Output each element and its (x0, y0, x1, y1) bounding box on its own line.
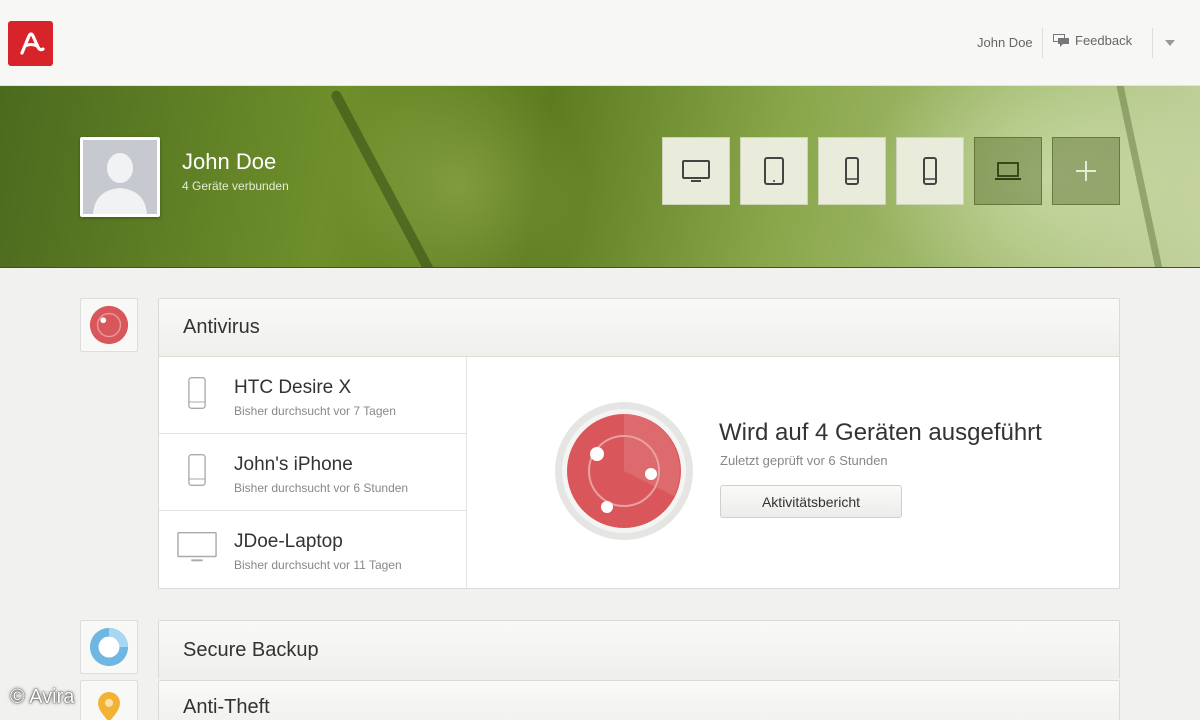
profile-banner: John Doe 4 Geräte verbunden (0, 86, 1200, 268)
monitor-icon (177, 532, 217, 562)
device-list: HTC Desire X Bisher durchsucht vor 7 Tag… (159, 357, 467, 588)
phone-icon (188, 454, 206, 486)
location-pin-icon (98, 692, 120, 720)
chevron-down-icon[interactable] (1165, 40, 1175, 46)
top-bar: John Doe Feedback (0, 0, 1200, 86)
list-item[interactable]: HTC Desire X Bisher durchsucht vor 7 Tag… (159, 357, 467, 434)
device-name: John's iPhone (234, 454, 353, 475)
feedback-link[interactable]: Feedback (1053, 33, 1132, 48)
profile-device-count: 4 Geräte verbunden (182, 179, 289, 193)
device-name: JDoe-Laptop (234, 531, 343, 552)
device-name: HTC Desire X (234, 377, 352, 398)
divider (466, 357, 467, 588)
phone-icon (923, 157, 937, 185)
secure-backup-panel: Secure Backup (158, 620, 1120, 679)
anti-theft-panel: Anti-Theft (158, 680, 1120, 720)
backup-section-icon[interactable] (80, 620, 138, 674)
device-phone-button[interactable] (896, 137, 964, 205)
antivirus-header[interactable]: Antivirus (159, 299, 1119, 357)
protection-status-title: Wird auf 4 Geräten ausgeführt (719, 419, 1042, 446)
phone-icon (845, 157, 859, 185)
backup-icon (89, 627, 129, 667)
antivirus-panel: Antivirus HTC Desire X Bisher durchsucht… (158, 298, 1120, 589)
divider (1152, 28, 1153, 58)
secure-backup-title: Secure Backup (183, 638, 319, 661)
device-scan-status: Bisher durchsucht vor 6 Stunden (234, 481, 409, 495)
feedback-label: Feedback (1075, 33, 1133, 48)
monitor-icon (682, 160, 710, 182)
anti-theft-title: Anti-Theft (183, 695, 270, 718)
profile-name: John Doe (182, 149, 277, 174)
feedback-icon (1053, 34, 1069, 47)
antivirus-status-icon (555, 402, 693, 540)
device-tablet-button[interactable] (740, 137, 808, 205)
anti-theft-section-icon[interactable] (80, 680, 138, 720)
device-monitor-button[interactable] (662, 137, 730, 205)
user-silhouette-icon (83, 140, 157, 214)
copyright-watermark: © Avira (10, 686, 75, 708)
divider (1042, 28, 1043, 58)
avatar[interactable] (80, 137, 160, 217)
device-scan-status: Bisher durchsucht vor 11 Tagen (234, 558, 402, 572)
secure-backup-header[interactable]: Secure Backup (159, 621, 1119, 679)
list-item[interactable]: John's iPhone Bisher durchsucht vor 6 St… (159, 434, 467, 511)
tablet-icon (764, 157, 784, 185)
activity-report-button[interactable]: Aktivitätsbericht (720, 485, 902, 518)
device-phone-button[interactable] (818, 137, 886, 205)
device-laptop-button[interactable] (974, 137, 1042, 205)
antivirus-icon (89, 305, 129, 345)
top-user-name[interactable]: John Doe (977, 35, 1033, 50)
antivirus-title: Antivirus (183, 316, 260, 338)
plus-icon (1076, 161, 1096, 181)
avira-logo-icon[interactable] (8, 21, 53, 66)
list-item[interactable]: JDoe-Laptop Bisher durchsucht vor 11 Tag… (159, 511, 467, 588)
laptop-icon (995, 162, 1021, 180)
add-device-button[interactable] (1052, 137, 1120, 205)
last-check-status: Zuletzt geprüft vor 6 Stunden (720, 453, 888, 468)
phone-icon (188, 377, 206, 409)
antivirus-section-icon[interactable] (80, 298, 138, 352)
device-scan-status: Bisher durchsucht vor 7 Tagen (234, 404, 396, 418)
anti-theft-header[interactable]: Anti-Theft (159, 681, 1119, 720)
